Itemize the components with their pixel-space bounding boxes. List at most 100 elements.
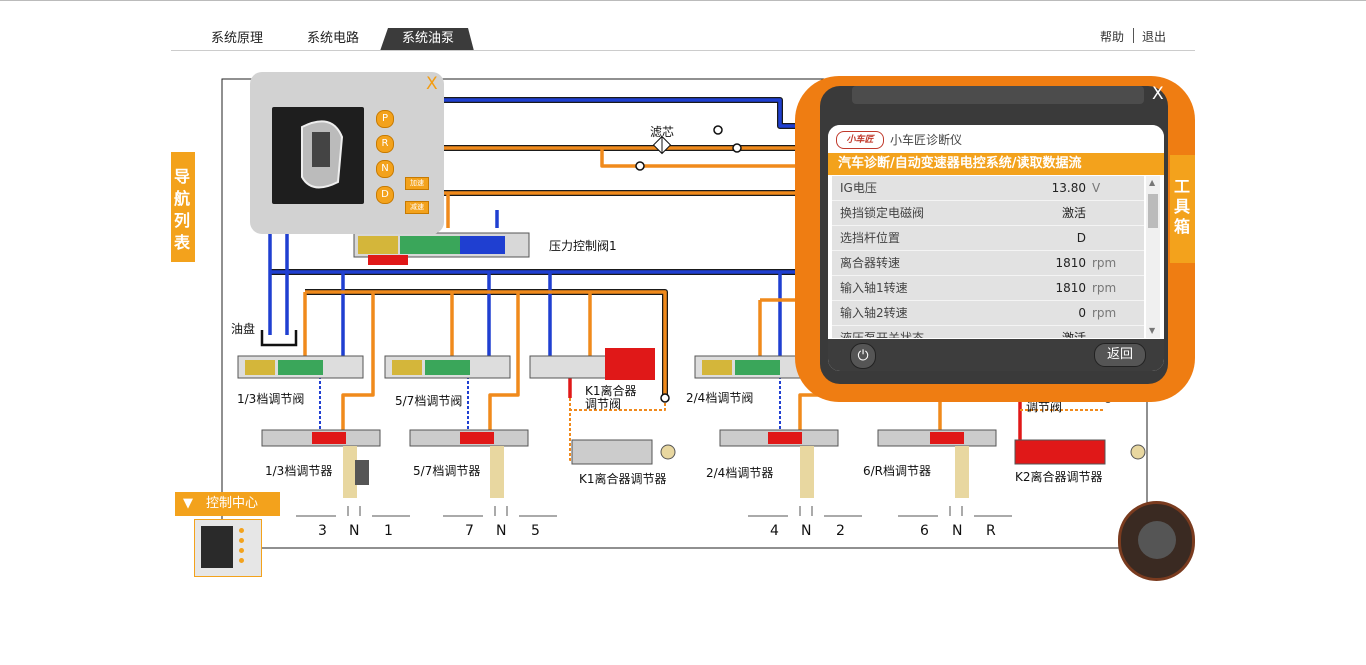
k1-regulator [571,439,676,465]
ignition-key-icon [1138,521,1176,559]
item-unit: rpm [1092,281,1117,295]
control-center-header[interactable]: ▼ 控制中心 [175,492,280,516]
regulator-24-label: 2/4档调节器 [706,466,774,480]
decelerate-button[interactable]: 减速 [405,201,429,214]
pipe-blue-top [420,98,800,128]
item-name: 输入轴2转速 [840,306,908,320]
pressure-valve-label: 压力控制阀1 [549,239,617,253]
item-value: D [1076,231,1086,245]
dot-icon [239,548,244,553]
pos-57-b: 5 [531,523,540,539]
valve-24 [694,355,806,379]
tab-system-principle[interactable]: 系统原理 [200,28,274,50]
pipe-outline-blue-top [420,97,800,129]
close-icon[interactable]: X [1152,84,1164,104]
brand-name: 小车匠诊断仪 [890,133,963,147]
item-value: 激活 [1061,206,1086,220]
regulator-57-label: 5/7档调节器 [413,464,481,478]
pos-24-a: 4 [770,523,779,539]
pos-6r-a: 6 [920,523,929,539]
valve-13 [237,355,364,379]
dot-icon [239,538,244,543]
list-item[interactable]: 选挡杆位置 D [832,226,1144,251]
gear-regulators [261,429,1146,498]
tab-divider [171,50,1195,51]
regulator-13-label: 1/3档调节器 [265,464,333,478]
dot-icon [239,558,244,563]
pos-24-n: N [801,523,812,539]
item-name: 换挡锁定电磁阀 [840,206,925,220]
regulator-6r-label: 6/R档调节器 [863,464,932,478]
item-value: 1810 [1055,281,1086,295]
list-item[interactable]: IG电压 13.80 V [832,176,1144,201]
gear-selector-popup: X P R N D 加速 减速 [250,72,444,234]
close-icon[interactable]: X [426,74,438,94]
back-button[interactable]: 返回 [1094,343,1146,367]
list-item[interactable]: 换挡锁定电磁阀 激活 [832,201,1144,226]
list-item[interactable]: 液压泵开关状态 激活 [832,326,1144,338]
item-name: 选挡杆位置 [840,231,901,245]
list-item[interactable]: 离合器转速 1810 rpm [832,251,1144,276]
pos-6r-n: N [952,523,963,539]
accelerate-button[interactable]: 加速 [405,177,429,190]
item-value: 0 [1078,306,1086,320]
help-link[interactable]: 帮助 [1100,28,1124,45]
exit-link[interactable]: 退出 [1142,28,1166,45]
shift-valves [237,348,806,380]
triangle-down-icon: ▼ [183,496,193,511]
tab-system-pump[interactable]: 系统油泵 [391,28,465,50]
scroll-down-icon[interactable]: ▼ [1149,326,1155,335]
link-separator [1133,28,1134,43]
valve-13-label: 1/3档调节阀 [237,392,305,406]
item-name: IG电压 [840,181,877,195]
power-button[interactable]: ⏻ [850,343,876,369]
pos-57-a: 7 [465,523,474,539]
item-unit: V [1092,181,1101,195]
pos-6r-b: R [986,523,996,539]
pos-13-a: 3 [318,523,327,539]
data-stream-list[interactable]: IG电压 13.80 V 换挡锁定电磁阀 激活 选挡杆位置 D 离合器转速 1810 rpm… [832,176,1144,338]
item-name: 液压泵开关状态 [840,331,925,338]
item-unit: rpm [1092,306,1117,320]
scrollbar[interactable]: ▲ ▼ [1146,176,1160,338]
pressure-valve-1 [353,232,530,265]
tab-system-circuit[interactable]: 系统电路 [296,28,370,50]
control-center-label: 控制中心 [206,496,259,511]
brand-logo: 小车匠 [836,131,884,149]
item-value: 1810 [1055,256,1086,270]
k1-regulator-label: K1离合器调节器 [579,472,667,486]
breadcrumb: 汽车诊断/自动变速器电控系统/读取数据流 [828,153,1164,175]
gear-p-button[interactable]: P [376,110,394,128]
valve-24-label: 2/4档调节阀 [686,391,754,405]
gear-r-button[interactable]: R [376,135,394,153]
gear-d-button[interactable]: D [376,186,394,204]
oil-pan [260,330,298,347]
gear-n-button[interactable]: N [376,160,394,178]
toolbox-label: 工具箱 [1174,177,1191,236]
nav-list-label: 导航列表 [174,167,191,252]
valve-57-label: 5/7档调节阀 [395,394,463,408]
device-screen: 小车匠 小车匠诊断仪 汽车诊断/自动变速器电控系统/读取数据流 IG电压 13.8… [828,125,1164,371]
screen-footer: ⏻ 返回 [828,339,1164,371]
valve-57 [384,355,511,379]
power-icon: ⏻ [857,348,869,364]
list-item[interactable]: 输入轴1转速 1810 rpm [832,276,1144,301]
screen-header: 小车匠 小车匠诊断仪 [828,125,1164,153]
k1-valve-label: K1离合器 调节阀 [585,384,637,411]
pos-57-n: N [496,523,507,539]
scroll-up-icon[interactable]: ▲ [1149,178,1155,187]
k2-regulator [1014,439,1146,465]
pos-24-b: 2 [836,523,845,539]
gear-shifter-thumb-icon [201,526,233,568]
item-value: 13.80 [1051,181,1086,195]
list-item[interactable]: 输入轴2转速 0 rpm [832,301,1144,326]
pos-13-b: 1 [384,523,393,539]
nav-list-tab[interactable]: 导航列表 [171,152,195,262]
item-name: 离合器转速 [840,256,901,270]
toolbox-tab[interactable]: 工具箱 [1170,155,1195,263]
control-center-thumbnail[interactable] [194,519,262,577]
gear-shifter-image [272,107,364,204]
scroll-thumb[interactable] [1148,194,1158,228]
item-name: 输入轴1转速 [840,281,908,295]
ignition-switch[interactable] [1118,501,1195,581]
